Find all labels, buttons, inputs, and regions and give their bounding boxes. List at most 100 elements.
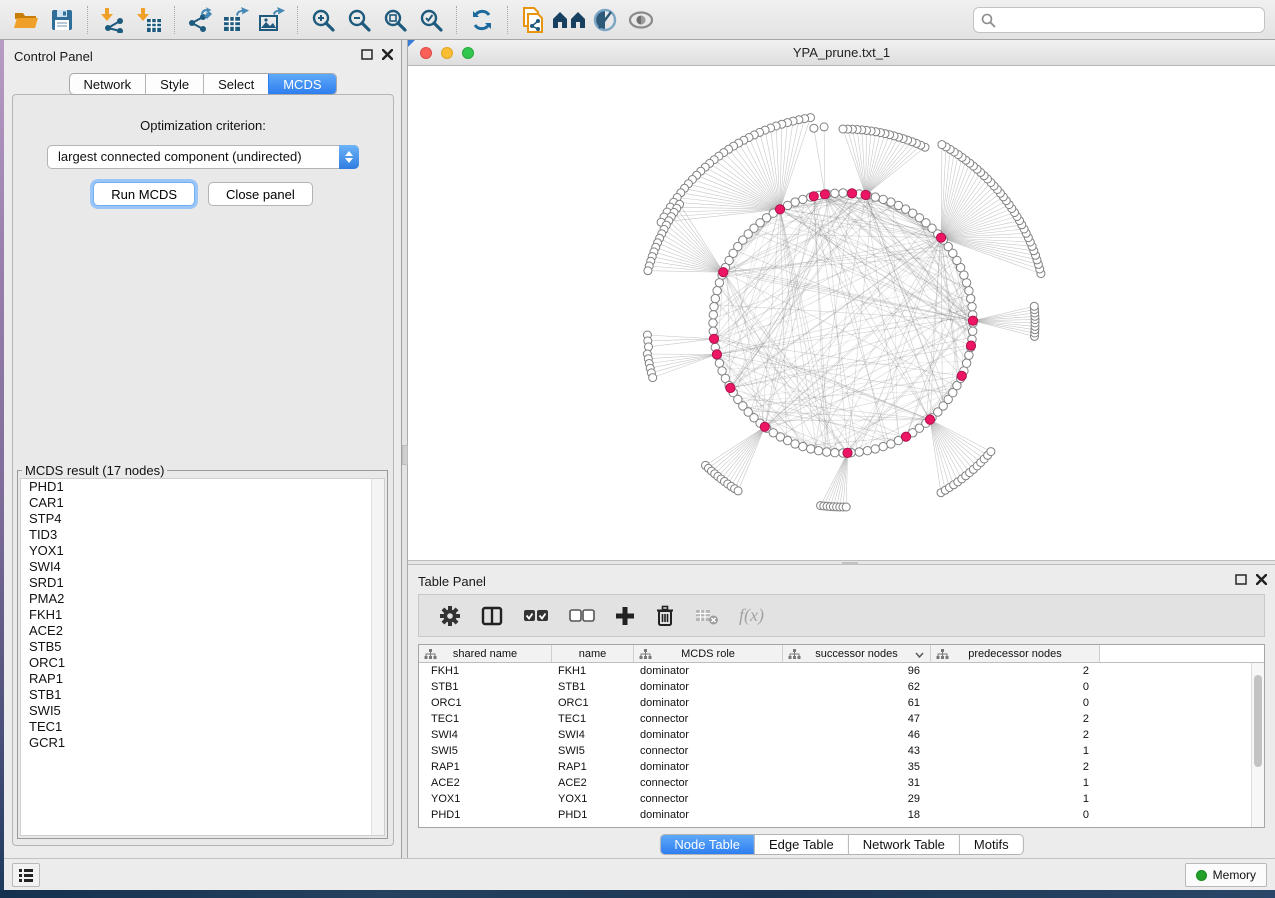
table-cell[interactable]: 2 (931, 713, 1100, 725)
mcds-result-item[interactable]: RAP1 (21, 671, 384, 687)
table-cell[interactable]: SWI4 (419, 729, 552, 741)
network-node[interactable] (938, 141, 946, 149)
table-cell[interactable]: STB1 (552, 681, 634, 693)
deselect-all-checkboxes-icon[interactable] (569, 609, 595, 623)
network-node[interactable] (823, 448, 831, 456)
table-cell[interactable]: connector (634, 713, 783, 725)
mcds-result-item[interactable]: PMA2 (21, 591, 384, 607)
mcds-result-item[interactable]: ACE2 (21, 623, 384, 639)
save-icon[interactable] (44, 4, 80, 36)
table-cell[interactable]: 0 (931, 681, 1100, 693)
network-node[interactable] (968, 303, 976, 311)
clone-network-icon[interactable] (515, 4, 551, 36)
table-cell[interactable]: TEC1 (419, 713, 552, 725)
mcds-result-item[interactable]: SWI4 (21, 559, 384, 575)
table-cell[interactable]: 1 (931, 745, 1100, 757)
network-node[interactable] (965, 287, 973, 295)
zoom-fit-icon[interactable] (377, 4, 413, 36)
network-node[interactable] (709, 334, 718, 343)
network-node[interactable] (879, 195, 887, 203)
network-node[interactable] (843, 448, 852, 457)
tab-mcds[interactable]: MCDS (268, 74, 335, 94)
search-field[interactable] (1001, 13, 1264, 28)
mcds-result-item[interactable]: YOX1 (21, 543, 384, 559)
table-cell[interactable]: 2 (931, 665, 1100, 677)
table-cell[interactable]: 2 (931, 761, 1100, 773)
table-cell[interactable]: SWI4 (552, 729, 634, 741)
network-node[interactable] (863, 447, 871, 455)
network-node[interactable] (710, 303, 718, 311)
network-node[interactable] (879, 442, 887, 450)
table-cell[interactable]: ACE2 (419, 777, 552, 789)
import-table-icon[interactable] (131, 4, 167, 36)
network-node[interactable] (715, 359, 723, 367)
network-node[interactable] (814, 447, 822, 455)
table-cell[interactable]: 29 (783, 793, 931, 805)
mcds-result-item[interactable]: STB1 (21, 687, 384, 703)
table-cell[interactable]: 96 (783, 665, 931, 677)
mcds-result-item[interactable]: SRD1 (21, 575, 384, 591)
network-node[interactable] (937, 233, 946, 242)
open-folder-icon[interactable] (8, 4, 44, 36)
network-node[interactable] (861, 190, 870, 199)
network-node[interactable] (987, 448, 995, 456)
mcds-result-item[interactable]: CAR1 (21, 495, 384, 511)
panel-drag-corner[interactable] (408, 40, 415, 47)
network-node[interactable] (855, 448, 863, 456)
table-cell[interactable]: dominator (634, 809, 783, 821)
tab-edge-table[interactable]: Edge Table (754, 835, 848, 854)
double-house-icon[interactable] (551, 4, 587, 36)
network-node[interactable] (711, 294, 719, 302)
network-node[interactable] (969, 327, 977, 335)
table-cell[interactable]: RAP1 (552, 761, 634, 773)
table-cell[interactable]: 31 (783, 777, 931, 789)
export-table-icon[interactable] (218, 4, 254, 36)
network-node[interactable] (734, 487, 742, 495)
mcds-result-item[interactable]: FKH1 (21, 607, 384, 623)
network-node[interactable] (719, 268, 728, 277)
column-header-name[interactable]: name (552, 645, 634, 663)
table-cell[interactable]: FKH1 (552, 665, 634, 677)
network-node[interactable] (810, 124, 818, 132)
column-header-predecessor-nodes[interactable]: predecessor nodes (931, 645, 1100, 663)
network-graph[interactable] (408, 66, 1275, 560)
table-cell[interactable]: connector (634, 793, 783, 805)
mcds-list-scrollbar[interactable] (371, 479, 384, 835)
network-node[interactable] (966, 341, 975, 350)
run-mcds-button[interactable]: Run MCDS (93, 182, 195, 206)
network-node[interactable] (848, 189, 857, 198)
mcds-result-item[interactable]: TEC1 (21, 719, 384, 735)
network-node[interactable] (925, 415, 934, 424)
table-cell[interactable]: dominator (634, 681, 783, 693)
mcds-result-item[interactable]: GCR1 (21, 735, 384, 751)
table-row[interactable]: PHD1PHD1dominator180 (419, 807, 1264, 823)
log-console-button[interactable] (12, 863, 40, 887)
zoom-in-icon[interactable] (305, 4, 341, 36)
table-cell[interactable]: 2 (931, 729, 1100, 741)
table-cell[interactable]: 47 (783, 713, 931, 725)
node-table[interactable]: shared namenameMCDS rolesuccessor nodesp… (418, 644, 1265, 828)
table-cell[interactable]: STB1 (419, 681, 552, 693)
mcds-result-item[interactable]: SWI5 (21, 703, 384, 719)
column-header-shared-name[interactable]: shared name (419, 645, 552, 663)
network-node[interactable] (799, 195, 807, 203)
table-cell[interactable]: 1 (931, 793, 1100, 805)
table-cell[interactable]: connector (634, 745, 783, 757)
mcds-result-item[interactable]: STP4 (21, 511, 384, 527)
tab-node-table[interactable]: Node Table (660, 835, 754, 854)
close-panel-button[interactable]: Close panel (208, 182, 313, 206)
table-cell[interactable]: 0 (931, 809, 1100, 821)
memory-button[interactable]: Memory (1185, 863, 1267, 887)
dropdown-stepper-icon[interactable] (339, 145, 359, 169)
import-network-icon[interactable] (95, 4, 131, 36)
network-node[interactable] (831, 189, 839, 197)
network-node[interactable] (968, 316, 977, 325)
table-row[interactable]: RAP1RAP1dominator352 (419, 759, 1264, 775)
eye-icon[interactable] (623, 4, 659, 36)
select-all-checkboxes-icon[interactable] (523, 609, 549, 623)
table-cell[interactable]: 0 (931, 697, 1100, 709)
circle-slash-icon[interactable] (587, 4, 623, 36)
column-header-successor-nodes[interactable]: successor nodes (783, 645, 931, 663)
mcds-result-item[interactable]: TID3 (21, 527, 384, 543)
columns-icon[interactable] (481, 606, 503, 626)
